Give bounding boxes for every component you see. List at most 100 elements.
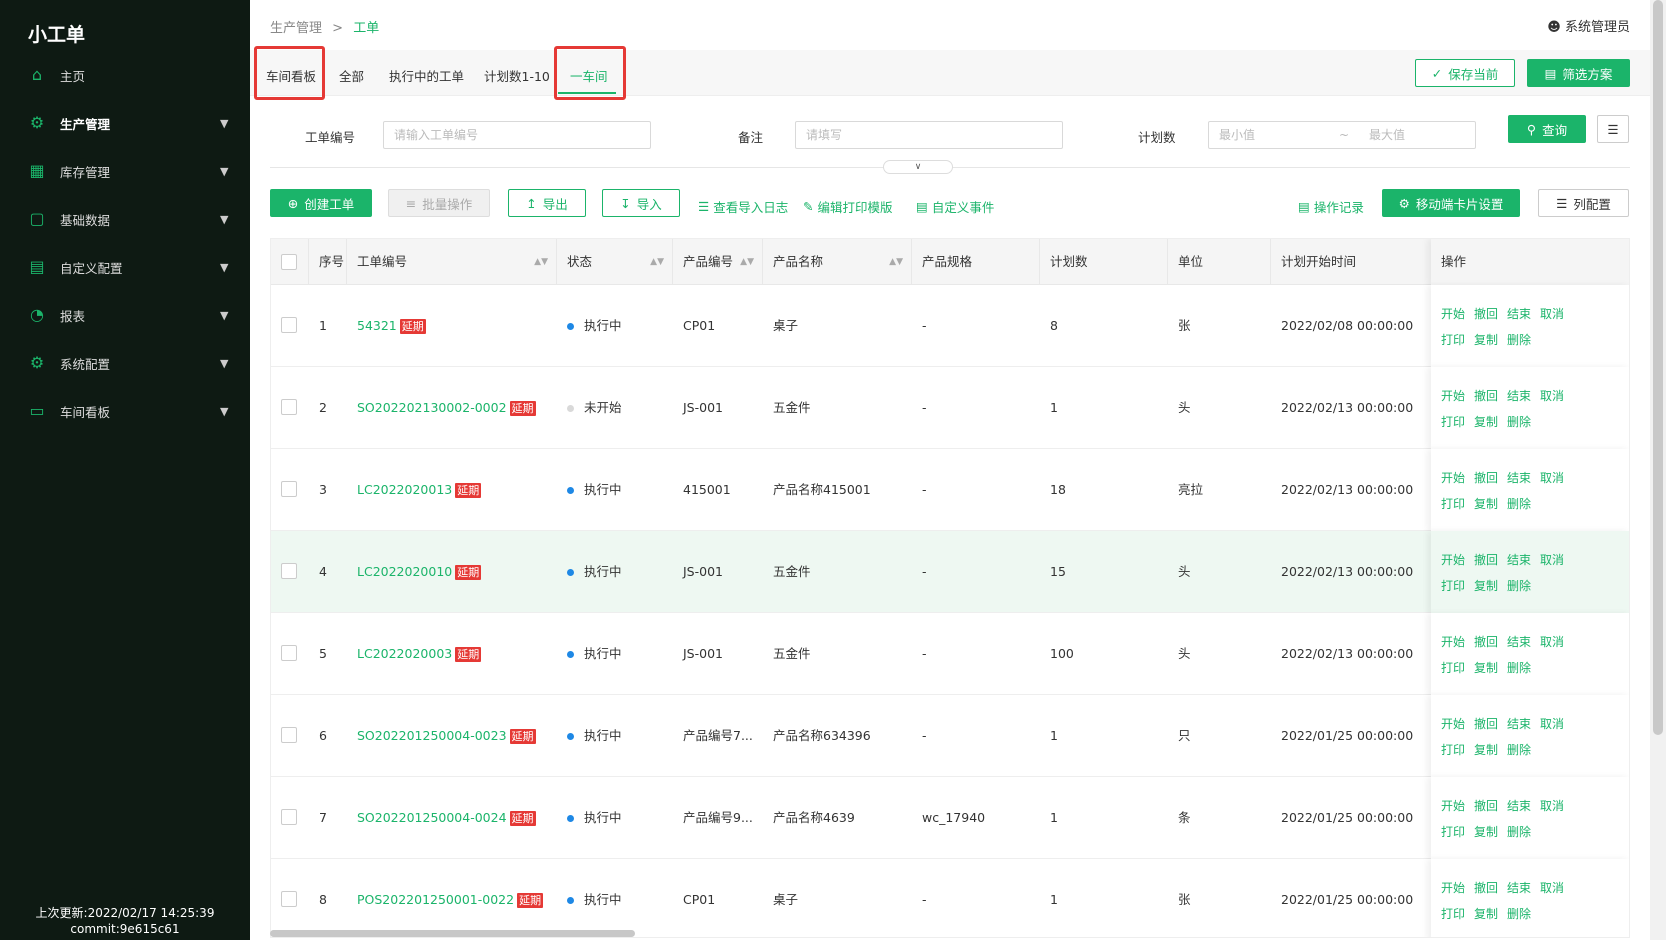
- mobile-card-settings-button[interactable]: ⚙ 移动端卡片设置: [1382, 189, 1520, 217]
- table-row[interactable]: 1 54321 延期 执行中 CP01 桌子 - 8 张 2022/02/08 00:00:00 开…: [271, 285, 1629, 367]
- finish-action[interactable]: 结束: [1507, 389, 1531, 403]
- order-no-link[interactable]: POS202201250001-0022: [357, 892, 514, 907]
- withdraw-action[interactable]: 撤回: [1474, 389, 1498, 403]
- print-action[interactable]: 打印: [1441, 497, 1465, 511]
- cell-order-no[interactable]: SO202202130002-0002 延期: [347, 367, 557, 449]
- start-action[interactable]: 开始: [1441, 307, 1465, 321]
- order-no-link[interactable]: SO202201250004-0024: [357, 810, 507, 825]
- withdraw-action[interactable]: 撤回: [1474, 799, 1498, 813]
- table-row[interactable]: 5 LC2022020003 延期 执行中 JS-001 五金件 - 100 头 2022/02/…: [271, 613, 1629, 695]
- start-action[interactable]: 开始: [1441, 799, 1465, 813]
- delete-action[interactable]: 删除: [1507, 825, 1531, 839]
- operation-record-link[interactable]: ▤ 操作记录: [1298, 197, 1364, 216]
- withdraw-action[interactable]: 撤回: [1474, 881, 1498, 895]
- collapse-filters-button[interactable]: ∨: [883, 160, 953, 174]
- export-button[interactable]: ↥ 导出: [508, 189, 586, 217]
- row-checkbox[interactable]: [281, 481, 297, 497]
- order-no-link[interactable]: 54321: [357, 318, 397, 333]
- finish-action[interactable]: 结束: [1507, 635, 1531, 649]
- start-action[interactable]: 开始: [1441, 553, 1465, 567]
- header-product-code[interactable]: 产品编号 ▲▼: [673, 239, 763, 285]
- copy-action[interactable]: 复制: [1474, 661, 1498, 675]
- copy-action[interactable]: 复制: [1474, 743, 1498, 757]
- cell-order-no[interactable]: 54321 延期: [347, 285, 557, 367]
- query-button[interactable]: ⚲ 查询: [1508, 115, 1586, 143]
- withdraw-action[interactable]: 撤回: [1474, 717, 1498, 731]
- table-row[interactable]: 8 POS202201250001-0022 延期 执行中 CP01 桌子 - 1 张 2022/…: [271, 859, 1629, 937]
- finish-action[interactable]: 结束: [1507, 307, 1531, 321]
- delete-action[interactable]: 删除: [1507, 907, 1531, 921]
- create-order-button[interactable]: ⊕ 创建工单: [270, 189, 372, 217]
- print-action[interactable]: 打印: [1441, 415, 1465, 429]
- vertical-scrollbar[interactable]: [1650, 0, 1666, 940]
- cell-order-no[interactable]: POS202201250001-0022 延期: [347, 859, 557, 937]
- header-order-no[interactable]: 工单编号 ▲▼: [347, 239, 557, 285]
- row-checkbox[interactable]: [281, 563, 297, 579]
- cell-order-no[interactable]: LC2022020010 延期: [347, 531, 557, 613]
- sidebar-item-basic-data[interactable]: ▢ 基础数据 ▼: [0, 199, 250, 239]
- sort-icon[interactable]: ▲▼: [740, 239, 754, 285]
- print-action[interactable]: 打印: [1441, 661, 1465, 675]
- finish-action[interactable]: 结束: [1507, 553, 1531, 567]
- user-menu[interactable]: ☻ 系统管理员: [1547, 16, 1630, 35]
- print-action[interactable]: 打印: [1441, 743, 1465, 757]
- sidebar-item-production[interactable]: ⚙ 生产管理 ▼: [0, 103, 250, 143]
- table-row[interactable]: 3 LC2022020013 延期 执行中 415001 产品名称415001 - 18 亮拉 2…: [271, 449, 1629, 531]
- copy-action[interactable]: 复制: [1474, 415, 1498, 429]
- plan-range-input[interactable]: 最小值 ~ 最大值: [1208, 121, 1476, 149]
- finish-action[interactable]: 结束: [1507, 717, 1531, 731]
- start-action[interactable]: 开始: [1441, 471, 1465, 485]
- start-action[interactable]: 开始: [1441, 881, 1465, 895]
- column-config-button[interactable]: ☰ 列配置: [1538, 189, 1629, 217]
- import-button[interactable]: ↧ 导入: [602, 189, 680, 217]
- tab-all[interactable]: 全部: [339, 66, 364, 85]
- sort-icon[interactable]: ▲▼: [534, 239, 548, 285]
- horizontal-scrollbar[interactable]: [270, 928, 1630, 938]
- copy-action[interactable]: 复制: [1474, 497, 1498, 511]
- print-action[interactable]: 打印: [1441, 579, 1465, 593]
- sort-icon[interactable]: ▲▼: [889, 239, 903, 285]
- row-checkbox[interactable]: [281, 809, 297, 825]
- cancel-action[interactable]: 取消: [1540, 389, 1564, 403]
- delete-action[interactable]: 删除: [1507, 743, 1531, 757]
- start-action[interactable]: 开始: [1441, 389, 1465, 403]
- select-all-checkbox[interactable]: [281, 254, 297, 270]
- save-current-button[interactable]: ✓ 保存当前: [1415, 59, 1515, 87]
- cancel-action[interactable]: 取消: [1540, 471, 1564, 485]
- copy-action[interactable]: 复制: [1474, 579, 1498, 593]
- cell-order-no[interactable]: SO202201250004-0024 延期: [347, 777, 557, 859]
- table-row[interactable]: 4 LC2022020010 延期 执行中 JS-001 五金件 - 15 头 2022/02/1…: [271, 531, 1629, 613]
- vertical-scroll-thumb[interactable]: [1653, 0, 1663, 735]
- cell-order-no[interactable]: LC2022020013 延期: [347, 449, 557, 531]
- header-product-name[interactable]: 产品名称 ▲▼: [763, 239, 912, 285]
- withdraw-action[interactable]: 撤回: [1474, 471, 1498, 485]
- order-no-input[interactable]: 请输入工单编号: [383, 121, 651, 149]
- tab-plan-1-10[interactable]: 计划数1-10: [484, 66, 550, 85]
- cancel-action[interactable]: 取消: [1540, 307, 1564, 321]
- cancel-action[interactable]: 取消: [1540, 717, 1564, 731]
- remark-input[interactable]: 请填写: [795, 121, 1063, 149]
- finish-action[interactable]: 结束: [1507, 471, 1531, 485]
- withdraw-action[interactable]: 撤回: [1474, 307, 1498, 321]
- sidebar-item-custom-config[interactable]: ▤ 自定义配置 ▼: [0, 247, 250, 287]
- import-log-link[interactable]: ☰ 查看导入日志: [698, 197, 788, 216]
- start-action[interactable]: 开始: [1441, 717, 1465, 731]
- delete-action[interactable]: 删除: [1507, 579, 1531, 593]
- header-status[interactable]: 状态 ▲▼: [557, 239, 673, 285]
- delete-action[interactable]: 删除: [1507, 661, 1531, 675]
- order-no-link[interactable]: LC2022020013: [357, 482, 452, 497]
- cancel-action[interactable]: 取消: [1540, 881, 1564, 895]
- cancel-action[interactable]: 取消: [1540, 635, 1564, 649]
- delete-action[interactable]: 删除: [1507, 415, 1531, 429]
- row-checkbox[interactable]: [281, 645, 297, 661]
- withdraw-action[interactable]: 撤回: [1474, 553, 1498, 567]
- print-template-link[interactable]: ✎ 编辑打印模版: [803, 197, 893, 216]
- row-checkbox[interactable]: [281, 317, 297, 333]
- breadcrumb-parent[interactable]: 生产管理: [270, 21, 322, 36]
- table-row[interactable]: 6 SO202201250004-0023 延期 执行中 产品编号7... 产品名称634…: [271, 695, 1629, 777]
- finish-action[interactable]: 结束: [1507, 881, 1531, 895]
- order-no-link[interactable]: LC2022020010: [357, 564, 452, 579]
- sidebar-item-home[interactable]: ⌂ 主页: [0, 55, 250, 95]
- plan-max-input[interactable]: 最大值: [1369, 122, 1405, 148]
- filter-settings-button[interactable]: ☰: [1597, 115, 1629, 143]
